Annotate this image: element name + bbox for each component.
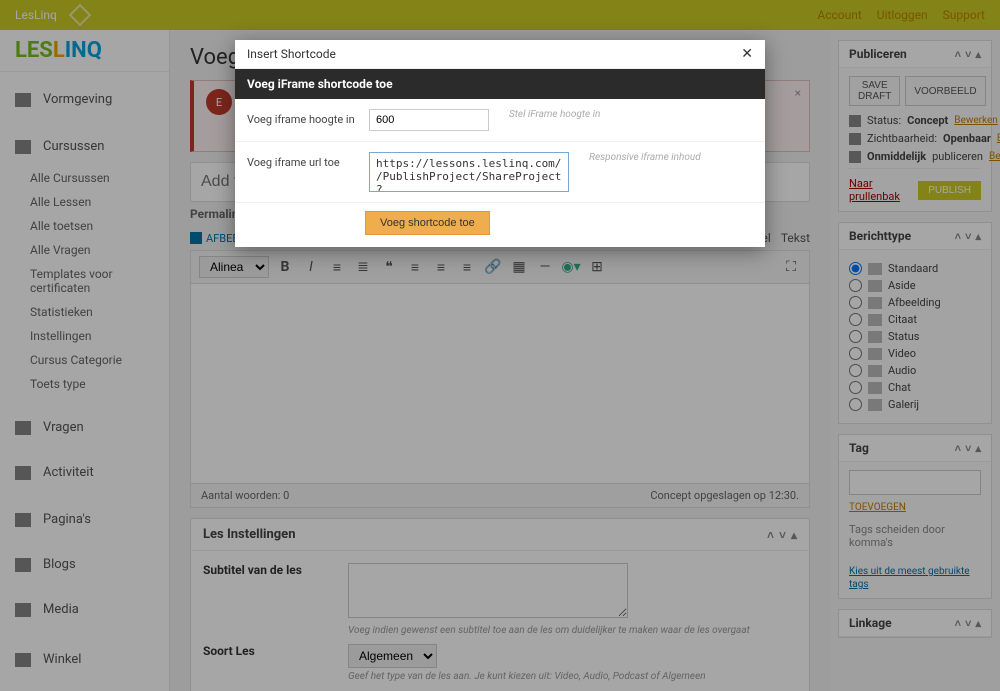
iframe-height-label: Voeg iframe hoogte in: [247, 109, 357, 126]
shortcode-modal: Insert Shortcode ✕ Voeg iFrame shortcode…: [235, 40, 765, 247]
iframe-url-label: Voeg iframe url toe: [247, 152, 357, 169]
modal-overlay[interactable]: Insert Shortcode ✕ Voeg iFrame shortcode…: [0, 0, 1000, 691]
modal-title-2: Voeg iFrame shortcode toe: [235, 69, 765, 99]
iframe-height-desc: Stel iFrame hoogte in: [509, 109, 753, 120]
iframe-url-textarea[interactable]: https://lessons.leslinq.com//PublishProj…: [369, 152, 569, 192]
iframe-height-input[interactable]: [369, 109, 489, 131]
modal-title-1: Insert Shortcode: [247, 47, 336, 61]
insert-shortcode-button[interactable]: Voeg shortcode toe: [365, 211, 490, 235]
modal-close-icon[interactable]: ✕: [741, 46, 753, 62]
iframe-url-desc: Responsive iframe inhoud: [589, 152, 753, 163]
